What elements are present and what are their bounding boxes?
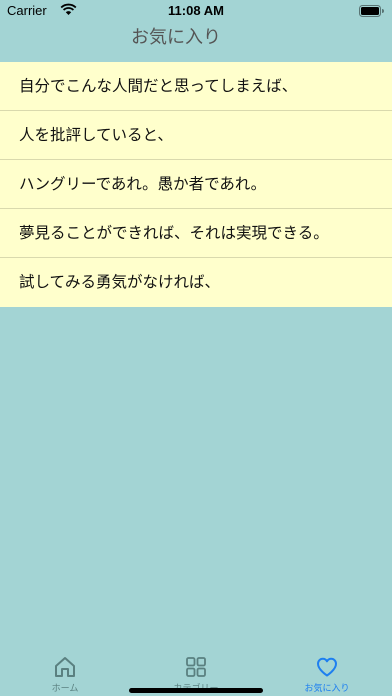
clock: 11:08 AM (168, 3, 224, 18)
tab-favorites[interactable]: お気に入り (262, 648, 392, 696)
list-item[interactable]: 人を批評していると、 (0, 111, 392, 160)
list-item[interactable]: ハングリーであれ。愚か者であれ。 (0, 160, 392, 209)
list-item[interactable]: 夢見ることができれば、それは実現できる。 (0, 209, 392, 258)
heart-icon (317, 657, 337, 677)
home-icon (55, 657, 75, 677)
page-title: お気に入り (131, 27, 221, 48)
list-item-text: 夢見ることができれば、それは実現できる。 (19, 224, 329, 242)
tab-home[interactable]: ホーム (0, 648, 130, 696)
list-item-text: ハングリーであれ。愚か者であれ。 (19, 175, 267, 193)
list-item[interactable]: 試してみる勇気がなければ、 (0, 258, 392, 307)
favorites-list: 自分でこんな人間だと思ってしまえば、 人を批評していると、 ハングリーであれ。愚… (0, 62, 392, 307)
list-item-text: 人を批評していると、 (19, 126, 173, 144)
tab-favorites-label: お気に入り (304, 684, 350, 694)
list-item-text: 自分でこんな人間だと思ってしまえば、 (19, 77, 298, 95)
tab-bar: ホーム カテゴリー お気に入り (0, 648, 392, 696)
home-indicator[interactable] (129, 688, 263, 693)
status-bar: Carrier 11:08 AM (0, 0, 392, 22)
grid-icon (186, 657, 206, 677)
battery-icon (359, 5, 384, 17)
list-item[interactable]: 自分でこんな人間だと思ってしまえば、 (0, 62, 392, 111)
list-item-text: 試してみる勇気がなければ、 (19, 273, 221, 291)
tab-home-label: ホーム (51, 684, 79, 694)
